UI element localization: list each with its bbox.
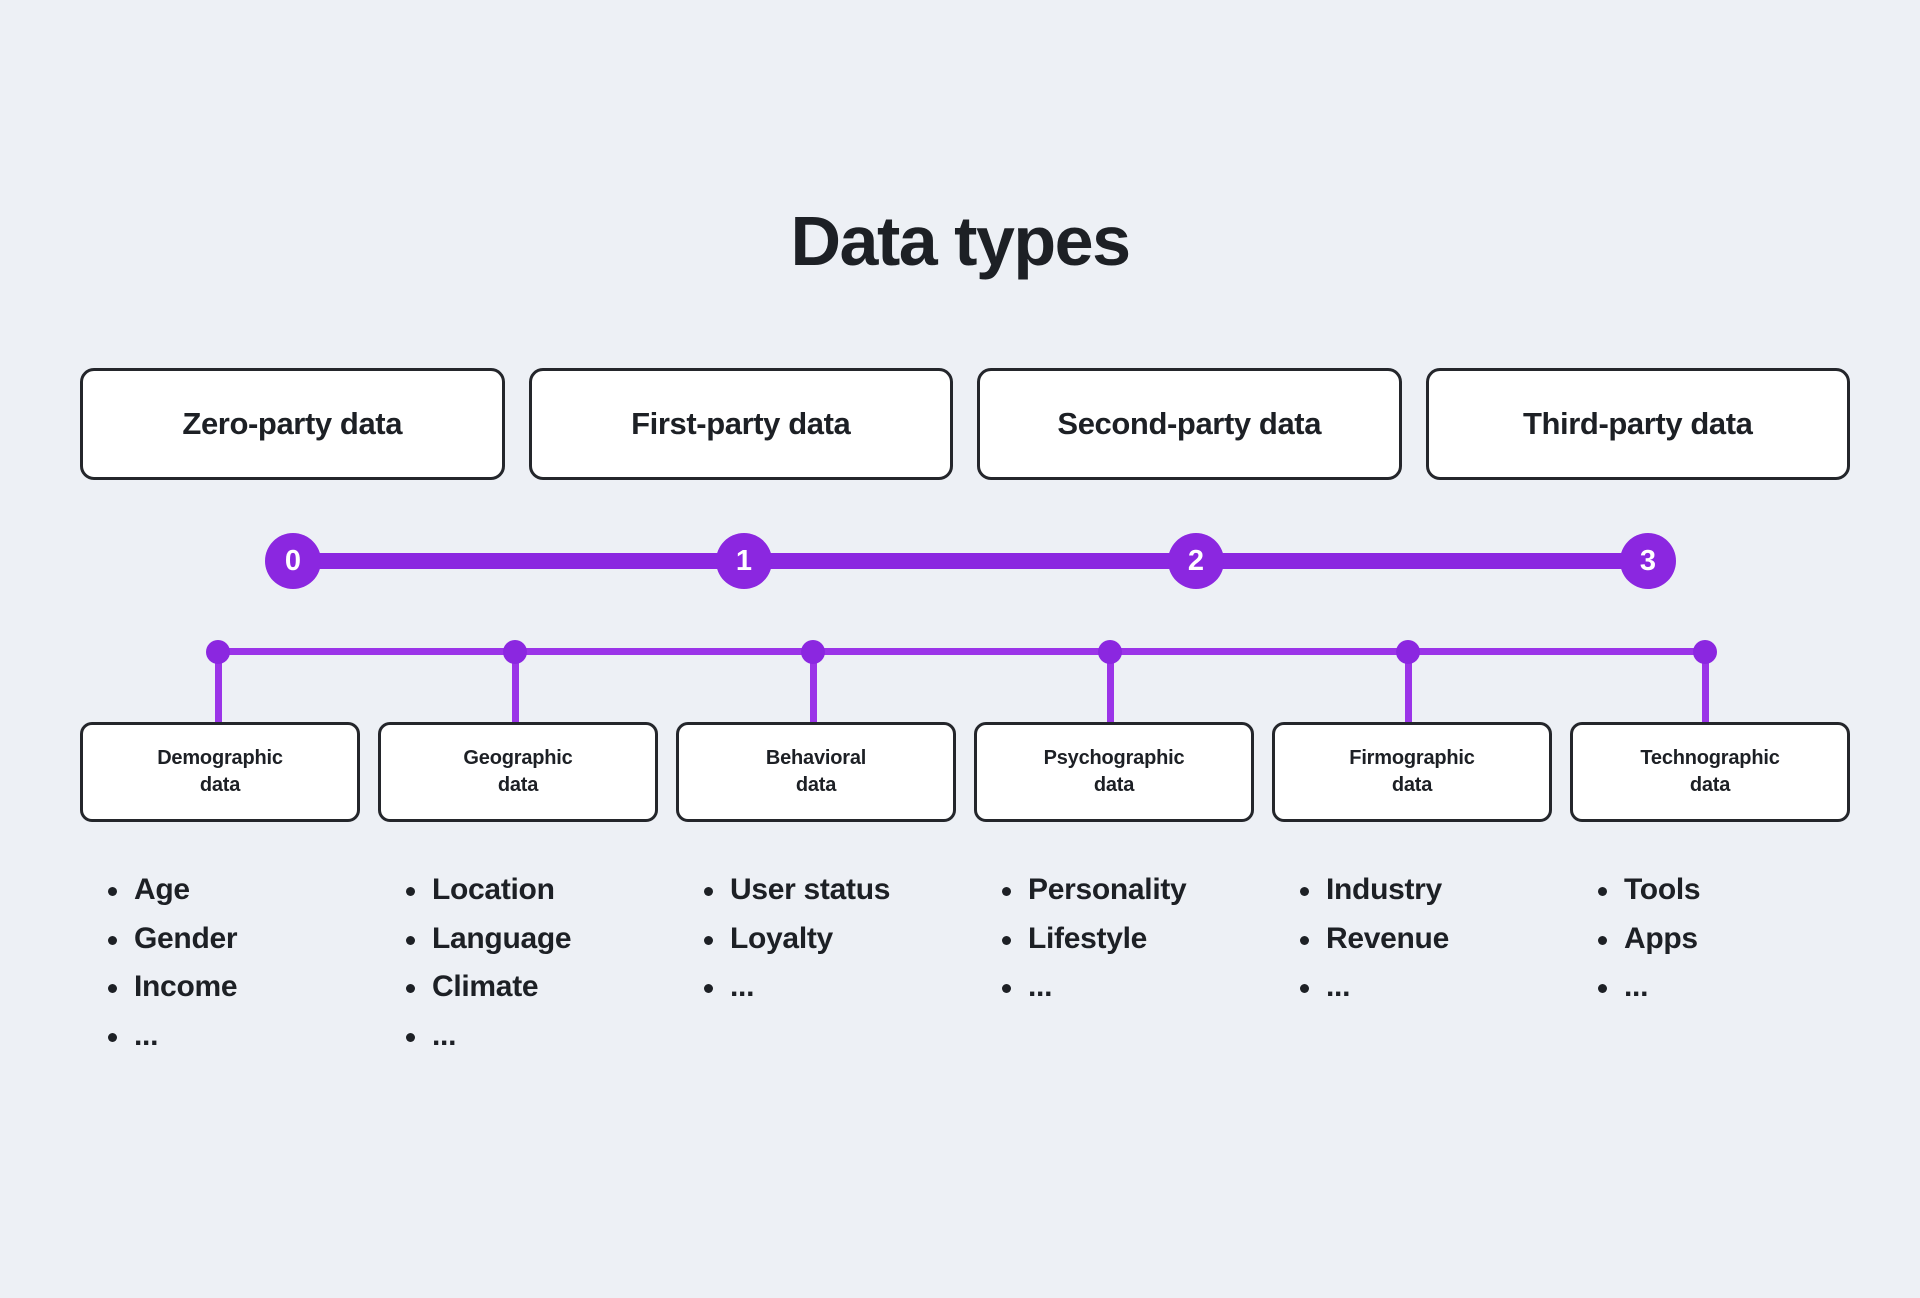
party-data-card[interactable]: Zero-party data (80, 368, 505, 480)
branch-node-dot[interactable] (206, 640, 230, 664)
category-example-list: Personality Lifestyle... (974, 866, 1254, 1060)
branch-node-dot[interactable] (801, 640, 825, 664)
example-item: User status (704, 866, 956, 915)
example-item: Apps (1598, 915, 1850, 964)
party-data-card-label: First-party data (631, 406, 851, 441)
timeline-node-2[interactable]: 2 (1168, 533, 1224, 589)
branch-node-dot[interactable] (503, 640, 527, 664)
category-box[interactable]: Technographic data (1570, 722, 1850, 822)
category-box-label-line2: data (1689, 774, 1731, 796)
category-example-list: Industry Revenue... (1272, 866, 1552, 1060)
category-box-label-line2: data (1093, 774, 1135, 796)
party-data-card[interactable]: First-party data (528, 368, 953, 480)
category-box-label-line2: data (199, 774, 241, 796)
category-example-list: User status Loyalty... (676, 866, 956, 1060)
example-item: ... (704, 963, 956, 1012)
example-item: ... (1002, 963, 1254, 1012)
branch-track (218, 648, 1705, 655)
party-data-card[interactable]: Second-party data (977, 368, 1402, 480)
category-box[interactable]: Behavioral data (676, 722, 956, 822)
example-item: Gender (108, 915, 360, 964)
party-timeline: 0 1 2 3 (0, 533, 1920, 589)
category-box[interactable]: Geographic data (378, 722, 658, 822)
branch-node-dot[interactable] (1396, 640, 1420, 664)
timeline-track (293, 553, 1648, 569)
example-item-list: Location Language Climate... (400, 866, 658, 1060)
party-data-card-label: Third-party data (1522, 406, 1753, 441)
example-item: Location (406, 866, 658, 915)
example-item: Revenue (1300, 915, 1552, 964)
party-data-card-row: Zero-party data First-party data Second-pa… (80, 368, 1850, 480)
timeline-node-label: 3 (1639, 544, 1657, 577)
example-item-list: Industry Revenue... (1294, 866, 1552, 1012)
category-box-label-line1: Technographic (1640, 747, 1780, 769)
example-item: Personality (1002, 866, 1254, 915)
example-item-list: Tools Apps... (1592, 866, 1850, 1012)
category-box-label-line2: data (497, 774, 539, 796)
example-item: ... (406, 1012, 658, 1061)
category-example-list: Age Gender Income... (80, 866, 360, 1060)
example-item: Loyalty (704, 915, 956, 964)
example-item: Tools (1598, 866, 1850, 915)
example-item: ... (108, 1012, 360, 1061)
category-example-lists: Age Gender Income... Location Language Climat… (80, 866, 1850, 1060)
category-box-label-line1: Behavioral (765, 747, 867, 769)
category-box[interactable]: Firmographic data (1272, 722, 1552, 822)
category-box[interactable]: Demographic data (80, 722, 360, 822)
category-box-label-line1: Geographic (463, 747, 573, 769)
timeline-node-1[interactable]: 1 (716, 533, 772, 589)
example-item-list: Age Gender Income... (102, 866, 360, 1060)
category-example-list: Location Language Climate... (378, 866, 658, 1060)
example-item-list: User status Loyalty... (698, 866, 956, 1012)
example-item: Age (108, 866, 360, 915)
timeline-node-label: 2 (1187, 544, 1205, 577)
category-box-label-line1: Demographic (157, 747, 283, 769)
category-box-label-line2: data (795, 774, 837, 796)
party-data-card-label: Zero-party data (182, 406, 403, 441)
example-item: Lifestyle (1002, 915, 1254, 964)
example-item: ... (1598, 963, 1850, 1012)
party-data-card-label: Second-party data (1057, 406, 1322, 441)
example-item: Language (406, 915, 658, 964)
category-box-label-line1: Firmographic (1349, 747, 1475, 769)
category-box[interactable]: Psychographic data (974, 722, 1254, 822)
category-box-row: Demographic data Geographic data Behavioral d… (80, 722, 1850, 822)
example-item: Industry (1300, 866, 1552, 915)
diagram-canvas: Data types Zero-party data First-party da… (0, 0, 1920, 1298)
example-item: Climate (406, 963, 658, 1012)
example-item: ... (1300, 963, 1552, 1012)
timeline-node-label: 1 (735, 544, 753, 577)
branch-node-dot[interactable] (1098, 640, 1122, 664)
category-box-label-line2: data (1391, 774, 1433, 796)
party-data-card[interactable]: Third-party data (1425, 368, 1850, 480)
timeline-node-label: 0 (284, 544, 302, 577)
category-example-list: Tools Apps... (1570, 866, 1850, 1060)
timeline-node-0[interactable]: 0 (265, 533, 321, 589)
branch-node-dot[interactable] (1693, 640, 1717, 664)
category-box-label-line1: Psychographic (1043, 747, 1185, 769)
timeline-node-3[interactable]: 3 (1620, 533, 1676, 589)
page-title: Data types (790, 202, 1131, 280)
example-item: Income (108, 963, 360, 1012)
example-item-list: Personality Lifestyle... (996, 866, 1254, 1012)
